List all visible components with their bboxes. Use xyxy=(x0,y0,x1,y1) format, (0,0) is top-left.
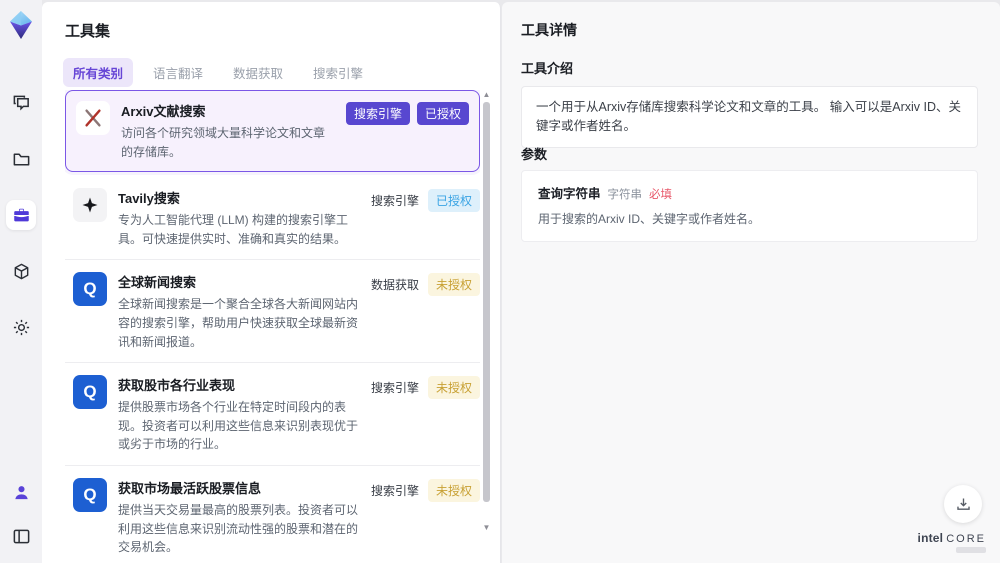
category-badge: 搜索引擎 xyxy=(345,102,410,125)
list-scrollbar[interactable]: ▲ ▼ xyxy=(482,90,491,532)
gear-icon xyxy=(13,319,29,335)
tool-intro-text: 一个用于从Arxiv存储库搜索科学论文和文章的工具。 输入可以是Arxiv ID… xyxy=(521,86,978,148)
tool-desc: 提供当天交易量最高的股票列表。投资者可以利用这些信息来识别流动性强的股票和潜在的… xyxy=(118,502,359,555)
auth-status-badge: 未授权 xyxy=(427,376,480,400)
scrollbar-thumb[interactable] xyxy=(483,102,490,502)
tavily-star-icon xyxy=(73,188,107,223)
sidebar-item-files[interactable] xyxy=(6,144,36,174)
category-badge: 搜索引擎 xyxy=(370,381,419,396)
app-logo-gem-icon xyxy=(10,11,32,39)
tab-data-fetching[interactable]: 数据获取 xyxy=(223,58,293,87)
user-icon xyxy=(14,485,28,499)
chat-icon xyxy=(13,95,29,111)
blue-q-icon: Q xyxy=(73,477,107,512)
tool-name: 全球新闻搜索 xyxy=(118,275,197,291)
tool-name: Tavily搜索 xyxy=(118,191,180,207)
blue-q-icon: Q xyxy=(73,272,107,307)
download-icon xyxy=(956,498,970,510)
tool-desc: 提供股票市场各个行业在特定时间段内的表现。投资者可以利用这些信息来识别表现优于或… xyxy=(118,400,359,452)
tool-list-panel: 工具集 所有类别 语言翻译 数据获取 搜索引擎 Arxiv文献搜索 访问各个研究… xyxy=(42,2,501,563)
sidebar-rail xyxy=(0,0,42,563)
intel-logo-text: intel xyxy=(917,531,944,545)
tool-desc: 专为人工智能代理 (LLM) 构建的搜索引擎工具。可快速提供实时、准确和真实的结… xyxy=(118,213,349,246)
detail-title: 工具详情 xyxy=(521,22,577,38)
tool-card-arxiv[interactable]: Arxiv文献搜索 访问各个研究领域大量科学论文和文章的存储库。 搜索引擎 已授… xyxy=(65,90,480,173)
auth-status-badge: 未授权 xyxy=(427,273,480,297)
tool-card-tavily[interactable]: Tavily搜索 专为人工智能代理 (LLM) 构建的搜索引擎工具。可快速提供实… xyxy=(65,176,480,261)
scroll-down-icon[interactable]: ▼ xyxy=(482,523,491,532)
auth-status-badge: 已授权 xyxy=(427,189,480,213)
param-card: 查询字符串 字符串 必填 用于搜索的Arxiv ID、关键字或作者姓名。 xyxy=(521,170,978,242)
param-name: 查询字符串 xyxy=(538,187,601,201)
tool-name: Arxiv文献搜索 xyxy=(121,104,206,119)
download-button[interactable] xyxy=(944,485,982,523)
sidebar-item-collapse[interactable] xyxy=(6,521,36,551)
category-badge: 搜索引擎 xyxy=(370,194,419,209)
tool-name: 获取股市各行业表现 xyxy=(118,378,236,394)
core-logo-text: CORE xyxy=(946,533,986,545)
tool-detail-panel: 工具详情 工具介绍 一个用于从Arxiv存储库搜索科学论文和文章的工具。 输入可… xyxy=(502,2,1000,563)
intel-logo-subtext xyxy=(956,547,986,553)
cube-icon xyxy=(14,263,28,279)
auth-status-badge: 已授权 xyxy=(416,102,469,125)
sidebar-item-models[interactable] xyxy=(6,256,36,286)
category-badge: 数据获取 xyxy=(370,278,419,293)
tool-card-active-stocks[interactable]: Q 获取市场最活跃股票信息 提供当天交易量最高的股票列表。投资者可以利用这些信息… xyxy=(65,465,480,557)
intel-core-logo: intel CORE xyxy=(918,531,986,553)
tool-card-global-news[interactable]: Q 全球新闻搜索 全球新闻搜索是一个聚合全球各大新闻网站内容的搜索引擎，帮助用户… xyxy=(65,260,480,364)
params-heading: 参数 xyxy=(521,147,548,162)
sidebar-item-tools[interactable] xyxy=(6,200,36,230)
scroll-up-icon[interactable]: ▲ xyxy=(482,90,491,99)
param-desc: 用于搜索的Arxiv ID、关键字或作者姓名。 xyxy=(538,212,761,226)
tool-desc: 访问各个研究领域大量科学论文和文章的存储库。 xyxy=(121,126,326,159)
tab-all-categories[interactable]: 所有类别 xyxy=(63,58,134,87)
briefcase-icon xyxy=(13,207,29,222)
tool-list: Arxiv文献搜索 访问各个研究领域大量科学论文和文章的存储库。 搜索引擎 已授… xyxy=(65,90,480,557)
tab-search-engine[interactable]: 搜索引擎 xyxy=(303,58,373,87)
sidebar-item-account[interactable] xyxy=(6,477,36,507)
tool-name: 获取市场最活跃股票信息 xyxy=(118,480,262,496)
category-badge: 搜索引擎 xyxy=(370,483,419,498)
arxiv-x-icon xyxy=(76,101,110,135)
sidebar-item-settings[interactable] xyxy=(6,312,36,342)
tool-card-sector-performance[interactable]: Q 获取股市各行业表现 提供股票市场各个行业在特定时间段内的表现。投资者可以利用… xyxy=(65,363,480,466)
panel-icon xyxy=(13,529,29,543)
blue-q-icon: Q xyxy=(73,375,107,410)
tool-desc: 全球新闻搜索是一个聚合全球各大新闻网站内容的搜索引擎，帮助用户快速获取全球最新资… xyxy=(118,297,359,349)
folder-icon xyxy=(13,153,29,165)
param-type: 字符串 xyxy=(607,189,643,201)
auth-status-badge: 未授权 xyxy=(427,478,480,502)
param-required-flag: 必填 xyxy=(649,189,673,201)
sidebar-item-chat[interactable] xyxy=(6,88,36,118)
intro-heading: 工具介绍 xyxy=(521,61,574,76)
category-tabs: 所有类别 语言翻译 数据获取 搜索引擎 xyxy=(63,58,373,87)
tab-language-translation[interactable]: 语言翻译 xyxy=(143,58,213,87)
page-title: 工具集 xyxy=(65,23,111,40)
